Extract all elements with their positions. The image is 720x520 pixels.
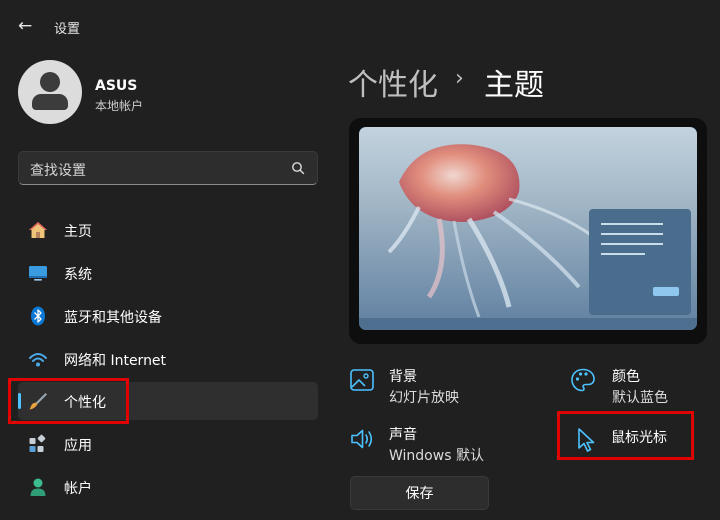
back-arrow-icon[interactable]: ←	[18, 16, 36, 36]
preview-taskbar	[359, 318, 697, 330]
search-input[interactable]: 查找设置	[18, 151, 318, 185]
sidebar-item-accounts[interactable]: 帐户	[18, 468, 318, 506]
wifi-icon	[29, 353, 47, 367]
sound-option[interactable]: 声音 Windows 默认	[349, 424, 529, 464]
sidebar-item-network[interactable]: 网络和 Internet	[18, 340, 318, 378]
highlight-cursor	[557, 411, 694, 460]
save-button[interactable]: 保存	[350, 476, 489, 510]
home-icon	[29, 222, 47, 238]
sidebar-item-apps[interactable]: 应用	[18, 425, 318, 463]
window-title: 设置	[54, 22, 81, 37]
sidebar-item-label: 网络和 Internet	[64, 353, 167, 369]
theme-preview	[349, 118, 707, 344]
sidebar-item-bluetooth[interactable]: 蓝牙和其他设备	[18, 297, 318, 335]
highlight-personalization	[8, 378, 129, 424]
image-icon	[350, 369, 374, 391]
breadcrumb-separator: ›	[455, 66, 464, 91]
preview-window	[589, 209, 691, 315]
account-name: ASUS	[95, 78, 138, 94]
sidebar-item-label: 应用	[64, 438, 92, 454]
sidebar-item-label: 系统	[64, 267, 92, 283]
apps-icon	[29, 434, 46, 452]
account-icon	[30, 478, 46, 496]
sidebar-item-label: 主页	[64, 224, 92, 240]
search-icon	[292, 162, 305, 175]
page-title: 主题	[484, 68, 544, 103]
speaker-icon	[351, 429, 373, 449]
search-placeholder: 查找设置	[30, 163, 86, 179]
sound-value: Windows 默认	[389, 448, 484, 464]
background-value: 幻灯片放映	[389, 390, 459, 406]
sound-title: 声音	[389, 427, 417, 443]
system-display-icon	[29, 266, 47, 281]
sidebar-item-home[interactable]: 主页	[18, 211, 318, 249]
desktop-wallpaper-preview	[359, 127, 697, 330]
account-type: 本地帐户	[95, 99, 144, 113]
breadcrumb-parent[interactable]: 个性化	[348, 60, 438, 104]
sidebar-item-system[interactable]: 系统	[18, 254, 318, 292]
color-option[interactable]: 颜色 默认蓝色	[570, 366, 690, 406]
sidebar-item-label: 帐户	[64, 481, 92, 497]
palette-icon	[571, 368, 595, 392]
avatar	[18, 60, 82, 124]
bluetooth-icon	[31, 306, 45, 326]
background-title: 背景	[389, 369, 417, 385]
background-option[interactable]: 背景 幻灯片放映	[349, 366, 529, 406]
color-value: 默认蓝色	[612, 390, 668, 406]
sidebar-item-label: 蓝牙和其他设备	[64, 310, 162, 326]
color-title: 颜色	[612, 369, 640, 385]
